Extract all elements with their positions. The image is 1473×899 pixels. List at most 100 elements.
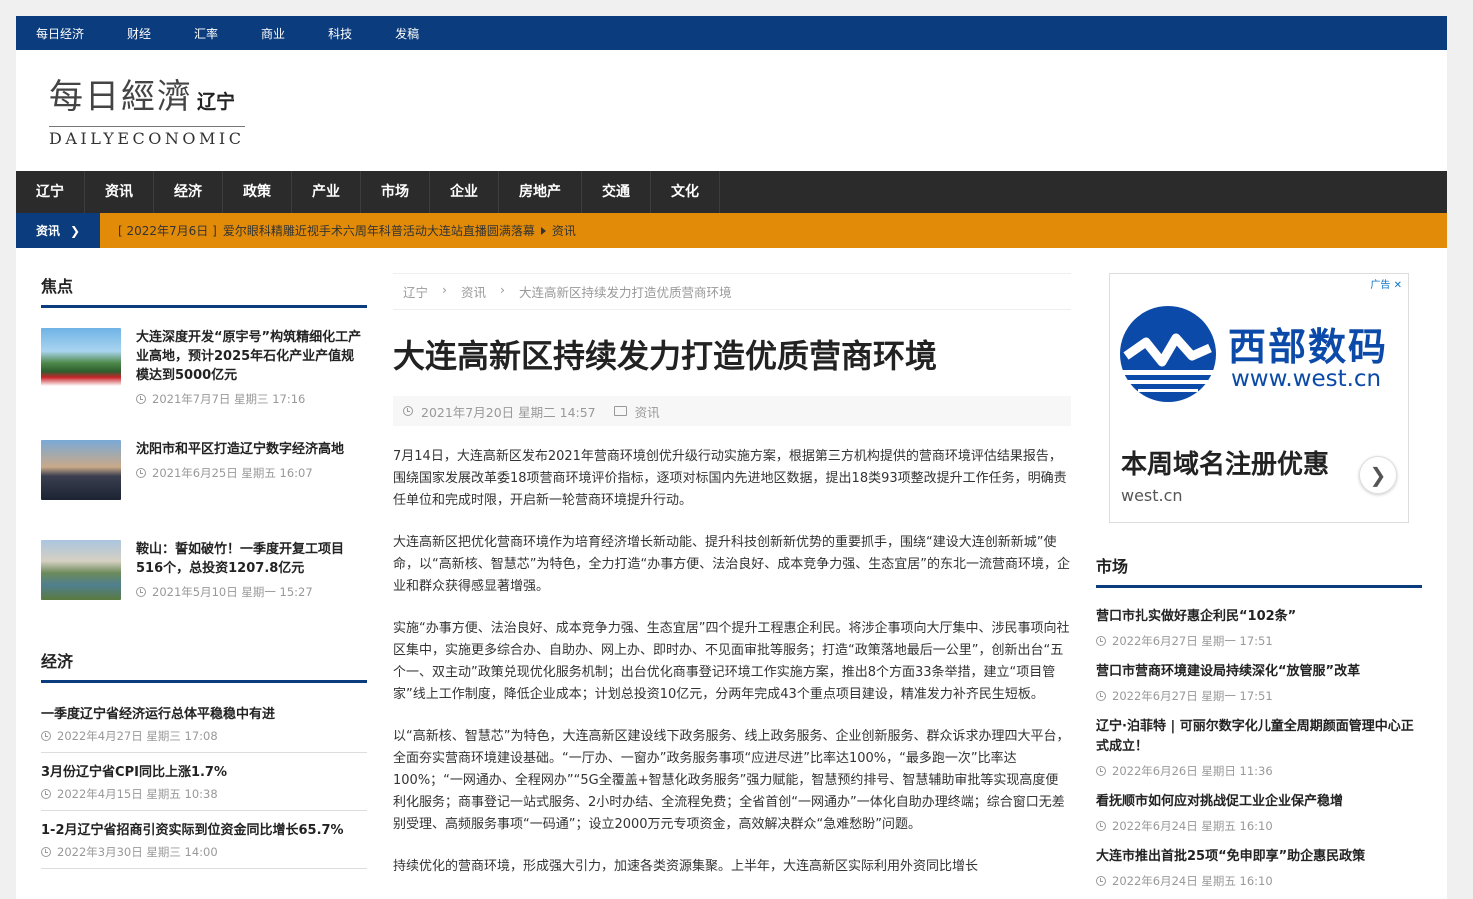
ticker-item[interactable]: [ 2022年7月6日 ] 爱尔眼科精雕近视手术六周年科普活动大连站直播圆满落幕… bbox=[118, 222, 576, 239]
ticker-headline[interactable]: 爱尔眼科精雕近视手术六周年科普活动大连站直播圆满落幕 bbox=[223, 222, 535, 239]
date-text: 2022年3月30日 星期三 14:00 bbox=[57, 845, 218, 859]
ad-promo: 本周域名注册优惠 bbox=[1121, 450, 1330, 480]
chevron-right-icon[interactable]: ❯ bbox=[1359, 456, 1397, 494]
top-link-finance[interactable]: 财经 bbox=[127, 25, 151, 42]
clock-icon bbox=[41, 731, 51, 741]
market-heading: 市场 bbox=[1096, 553, 1422, 588]
ad-tag-text: 广告 bbox=[1370, 280, 1391, 291]
top-link-business[interactable]: 商业 bbox=[261, 25, 285, 42]
article-paragraph: 以“高新核、智慧芯”为特色，大连高新区建设线下政务服务、线上政务服务、企业创新服… bbox=[393, 729, 1070, 832]
nav-news[interactable]: 资讯 bbox=[85, 171, 154, 213]
list-item-date: 2022年6月24日 星期五 16:10 bbox=[1096, 818, 1422, 834]
focus-heading: 焦点 bbox=[41, 273, 367, 308]
clock-icon bbox=[403, 406, 413, 416]
ticker-category[interactable]: 资讯 bbox=[552, 222, 576, 239]
ad-url: www.west.cn bbox=[1231, 366, 1382, 392]
focus-thumbnail[interactable] bbox=[41, 440, 121, 500]
nav-liaoning[interactable]: 辽宁 bbox=[16, 171, 85, 213]
list-item-date: 2022年6月27日 星期一 17:51 bbox=[1096, 633, 1422, 649]
list-item-date: 2022年4月15日 星期五 10:38 bbox=[41, 786, 367, 802]
list-item-date: 2022年6月24日 星期五 16:10 bbox=[1096, 873, 1422, 889]
clock-icon bbox=[136, 587, 146, 597]
clock-icon bbox=[1096, 691, 1106, 701]
breadcrumb-separator-icon: › bbox=[442, 282, 448, 297]
date-text: 2022年6月26日 星期日 11:36 bbox=[1112, 764, 1273, 778]
clock-icon bbox=[41, 847, 51, 857]
list-item[interactable]: 1-2月辽宁省招商引资实际到位资金同比增长65.7% 2022年3月30日 星期三… bbox=[41, 811, 367, 869]
right-sidebar: 广告 ✕ 西部数码 www.west.cn 本周域名注册优惠 west.cn ❯… bbox=[1096, 273, 1422, 895]
ad-brand: 西部数码 bbox=[1228, 325, 1389, 369]
list-item-date: 2022年3月30日 星期三 14:00 bbox=[41, 844, 367, 860]
ad-domain: west.cn bbox=[1121, 486, 1183, 505]
top-link-tech[interactable]: 科技 bbox=[328, 25, 352, 42]
clock-icon bbox=[1096, 876, 1106, 886]
top-link-exchange[interactable]: 汇率 bbox=[194, 25, 218, 42]
list-item-title[interactable]: 看抚顺市如何应对挑战促工业企业保产稳增 bbox=[1096, 792, 1422, 812]
article-column: 辽宁 › 资讯 › 大连高新区持续发力打造优质营商环境 大连高新区持续发力打造优… bbox=[393, 273, 1071, 878]
list-item-title[interactable]: 辽宁·泊菲特 | 可丽尔数字化儿童全周期颜面管理中心正式成立！ bbox=[1096, 717, 1422, 757]
list-item-title[interactable]: 大连市推出首批25项“免申即享”助企惠民政策 bbox=[1096, 847, 1422, 867]
ticker-label: 资讯 ❯ bbox=[16, 213, 100, 248]
list-item[interactable]: 营口市营商环境建设局持续深化“放管服”改革 2022年6月27日 星期一 17:5… bbox=[1096, 655, 1422, 710]
focus-item-title[interactable]: 大连深度开发“原宇号”构筑精细化工产业高地，预计2025年石化产业产值规模达到5… bbox=[136, 328, 367, 385]
date-text: 2021年5月10日 星期一 15:27 bbox=[152, 585, 313, 599]
list-item[interactable]: 一季度辽宁省经济运行总体平稳稳中有进 2022年4月27日 星期三 17:08 bbox=[41, 695, 367, 753]
focus-item[interactable]: 沈阳市和平区打造辽宁数字经济高地 2021年6月25日 星期五 16:07 bbox=[41, 440, 367, 522]
left-sidebar: 焦点 大连深度开发“原宇号”构筑精细化工产业高地，预计2025年石化产业产值规模… bbox=[41, 273, 367, 899]
focus-item-title[interactable]: 鞍山：誓如破竹！一季度开复工项目516个，总投资1207.8亿元 bbox=[136, 540, 367, 578]
clock-icon bbox=[136, 394, 146, 404]
nav-transport[interactable]: 交通 bbox=[582, 171, 651, 213]
list-item-date: 2022年4月27日 星期三 17:08 bbox=[41, 728, 367, 744]
ad-banner[interactable]: 广告 ✕ 西部数码 www.west.cn 本周域名注册优惠 west.cn ❯ bbox=[1109, 273, 1409, 523]
focus-item[interactable]: 鞍山：誓如破竹！一季度开复工项目516个，总投资1207.8亿元 2021年5月… bbox=[41, 540, 367, 622]
list-item-title[interactable]: 营口市扎实做好惠企利民“102条” bbox=[1096, 607, 1422, 627]
list-item-date: 2022年6月26日 星期日 11:36 bbox=[1096, 763, 1422, 779]
logo-region: 辽宁 bbox=[197, 91, 236, 113]
clock-icon bbox=[41, 789, 51, 799]
main-nav: 辽宁 资讯 经济 政策 产业 市场 企业 房地产 交通 文化 bbox=[16, 171, 1447, 213]
focus-item-title[interactable]: 沈阳市和平区打造辽宁数字经济高地 bbox=[136, 440, 344, 459]
date-text: 2022年4月27日 星期三 17:08 bbox=[57, 729, 218, 743]
focus-thumbnail[interactable] bbox=[41, 328, 121, 386]
date-text: 2022年6月27日 星期一 17:51 bbox=[1112, 634, 1273, 648]
list-item-title[interactable]: 1-2月辽宁省招商引资实际到位资金同比增长65.7% bbox=[41, 819, 367, 838]
article-meta: 2021年7月20日 星期二 14:57 资讯 bbox=[393, 396, 1071, 426]
article-category[interactable]: 资讯 bbox=[635, 402, 660, 421]
nav-market[interactable]: 市场 bbox=[361, 171, 430, 213]
list-item[interactable]: 3月份辽宁省CPI同比上涨1.7% 2022年4月15日 星期五 10:38 bbox=[41, 753, 367, 811]
list-item-title[interactable]: 3月份辽宁省CPI同比上涨1.7% bbox=[41, 761, 367, 780]
list-item[interactable]: 营口市扎实做好惠企利民“102条” 2022年6月27日 星期一 17:51 bbox=[1096, 600, 1422, 655]
breadcrumb-category[interactable]: 资讯 bbox=[461, 282, 486, 301]
nav-policy[interactable]: 政策 bbox=[223, 171, 292, 213]
site-logo[interactable]: 每日經濟 辽宁 DAILYECONOMIC bbox=[49, 77, 245, 148]
economy-list: 一季度辽宁省经济运行总体平稳稳中有进 2022年4月27日 星期三 17:08 3… bbox=[41, 695, 367, 869]
nav-enterprise[interactable]: 企业 bbox=[430, 171, 499, 213]
west-logo-icon bbox=[1120, 306, 1216, 402]
breadcrumb-home[interactable]: 辽宁 bbox=[403, 282, 428, 301]
nav-culture[interactable]: 文化 bbox=[651, 171, 720, 213]
focus-item-date: 2021年6月25日 星期五 16:07 bbox=[136, 465, 344, 481]
list-item[interactable]: 大连市推出首批25项“免申即享”助企惠民政策 2022年6月24日 星期五 16:… bbox=[1096, 840, 1422, 895]
list-item-title[interactable]: 营口市营商环境建设局持续深化“放管服”改革 bbox=[1096, 662, 1422, 682]
focus-thumbnail[interactable] bbox=[41, 540, 121, 600]
nav-economy[interactable]: 经济 bbox=[154, 171, 223, 213]
list-item[interactable]: 看抚顺市如何应对挑战促工业企业保产稳增 2022年6月24日 星期五 16:10 bbox=[1096, 785, 1422, 840]
ticker-label-text: 资讯 bbox=[36, 224, 61, 238]
breadcrumb: 辽宁 › 资讯 › 大连高新区持续发力打造优质营商环境 bbox=[393, 273, 1071, 310]
list-item-title[interactable]: 一季度辽宁省经济运行总体平稳稳中有进 bbox=[41, 703, 367, 722]
ad-tag[interactable]: 广告 ✕ bbox=[1370, 276, 1402, 291]
list-item[interactable]: 辽宁·泊菲特 | 可丽尔数字化儿童全周期颜面管理中心正式成立！ 2022年6月26… bbox=[1096, 710, 1422, 785]
nav-industry[interactable]: 产业 bbox=[292, 171, 361, 213]
industry-heading: 产业 bbox=[41, 895, 367, 899]
focus-item[interactable]: 大连深度开发“原宇号”构筑精细化工产业高地，预计2025年石化产业产值规模达到5… bbox=[41, 328, 367, 410]
nav-realestate[interactable]: 房地产 bbox=[499, 171, 582, 213]
header: 每日經濟 辽宁 DAILYECONOMIC bbox=[16, 50, 1447, 171]
top-link-publish[interactable]: 发稿 bbox=[395, 25, 419, 42]
article-paragraph: 持续优化的营商环境，形成强大引力，加速各类资源集聚。上半年，大连高新区实际利用外… bbox=[393, 859, 979, 874]
logo-cn: 每日經濟 bbox=[49, 77, 193, 117]
top-link-daily[interactable]: 每日经济 bbox=[36, 25, 84, 42]
article-paragraph: 实施“办事方便、法治良好、成本竞争力强、生态宜居”四个提升工程惠企利民。将涉企事… bbox=[393, 621, 1070, 702]
close-icon[interactable]: ✕ bbox=[1394, 280, 1402, 291]
article-date: 2021年7月20日 星期二 14:57 bbox=[421, 404, 596, 420]
economy-heading: 经济 bbox=[41, 648, 367, 683]
